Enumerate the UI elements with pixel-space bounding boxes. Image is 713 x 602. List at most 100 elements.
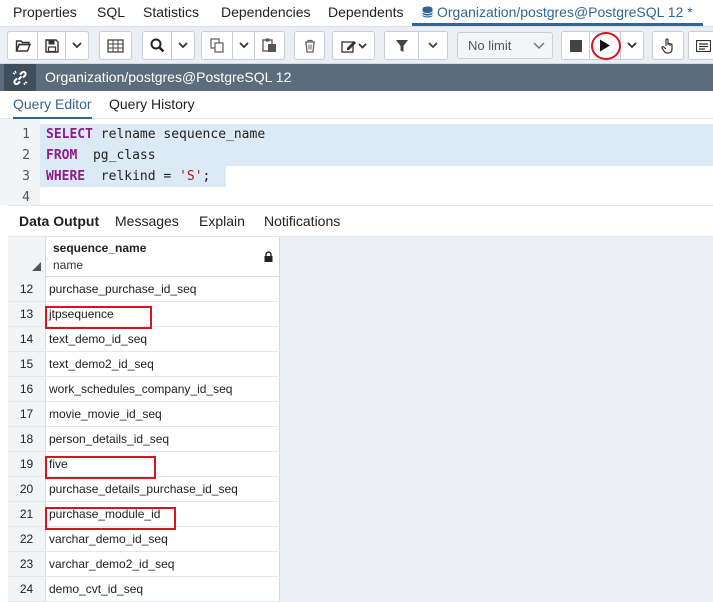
table-row[interactable]: 20 purchase_details_purchase_id_seq [8, 477, 280, 502]
code-text: ; [202, 169, 211, 184]
table-row[interactable]: 16 work_schedules_company_id_seq [8, 377, 280, 402]
sequence-name-cell[interactable]: text_demo_id_seq [46, 327, 280, 351]
sequence-name-cell[interactable]: purchase_details_purchase_id_seq [46, 477, 280, 501]
sequence-name-cell[interactable]: five [46, 452, 280, 476]
toggle-grid-button[interactable] [100, 32, 131, 59]
table-row[interactable]: 14 text_demo_id_seq [8, 327, 280, 352]
sql-keyword: WHERE [46, 169, 86, 184]
table-row[interactable]: 18 person_details_id_seq [8, 427, 280, 452]
hand-icon [661, 37, 673, 54]
tab-dependencies[interactable]: Dependencies [221, 0, 311, 26]
manual-commit-button[interactable] [653, 32, 683, 59]
list-icon [695, 39, 711, 52]
row-number[interactable]: 22 [8, 527, 46, 551]
sql-keyword: SELECT [46, 127, 93, 142]
sequence-name-cell[interactable]: demo_cvt_id_seq [46, 577, 280, 601]
tab-data-output[interactable]: Data Output [19, 206, 99, 237]
connection-title: Organization/postgres@PostgreSQL 12 [45, 69, 292, 85]
filter-dropdown-button[interactable] [419, 32, 447, 59]
sequence-name-cell[interactable]: varchar_demo_id_seq [46, 527, 280, 551]
result-tab-bar: Data Output Messages Explain Notificatio… [8, 205, 713, 237]
open-file-button[interactable] [8, 32, 38, 59]
connection-status-icon[interactable] [4, 64, 36, 91]
row-number[interactable]: 24 [8, 577, 46, 601]
grid-button-group [99, 31, 132, 60]
tab-query-tool-label: Organization/postgres@PostgreSQL 12 * [437, 4, 693, 20]
link-icon [12, 70, 28, 85]
chevron-down-icon [72, 42, 82, 49]
row-number[interactable]: 17 [8, 402, 46, 426]
table-row[interactable]: 12 purchase_purchase_id_seq [8, 277, 280, 302]
tab-sql[interactable]: SQL [97, 0, 125, 26]
delete-button[interactable] [295, 32, 324, 59]
execute-dropdown-button[interactable] [621, 32, 643, 59]
row-number[interactable]: 15 [8, 352, 46, 376]
tab-statistics[interactable]: Statistics [143, 0, 199, 26]
row-number[interactable]: 13 [8, 302, 46, 326]
sequence-name-cell[interactable]: text_demo2_id_seq [46, 352, 280, 376]
row-number[interactable]: 19 [8, 452, 46, 476]
execute-button[interactable] [590, 32, 621, 59]
tab-dependents[interactable]: Dependents [328, 0, 404, 26]
sql-editor[interactable]: 1 2 3 4 SELECT relname sequence_name FRO… [0, 119, 713, 205]
query-toolbar: No limit [0, 27, 713, 64]
open-file-icon [14, 39, 31, 52]
sequence-name-cell[interactable]: person_details_id_seq [46, 427, 280, 451]
query-tool-title-bar: Organization/postgres@PostgreSQL 12 [0, 64, 713, 91]
filter-button[interactable] [385, 32, 419, 59]
editor-tab-bar: Query Editor Query History [0, 91, 713, 119]
column-name: sequence_name [53, 241, 147, 255]
copy-icon [210, 38, 224, 53]
tab-messages[interactable]: Messages [115, 206, 179, 237]
copy-button[interactable] [202, 32, 233, 59]
table-row[interactable]: 24 demo_cvt_id_seq [8, 577, 280, 602]
filter-icon [395, 39, 408, 52]
row-limit-select[interactable]: No limit [457, 32, 553, 59]
edit-button[interactable] [333, 32, 374, 59]
tab-notifications[interactable]: Notifications [264, 206, 340, 237]
copy-dropdown-button[interactable] [233, 32, 255, 59]
tab-explain[interactable]: Explain [199, 206, 245, 237]
line-number: 2 [22, 148, 30, 163]
grid-rows: 12 purchase_purchase_id_seq 13 jtpsequence 1… [8, 277, 280, 602]
stop-button[interactable] [562, 32, 590, 59]
row-number[interactable]: 16 [8, 377, 46, 401]
find-dropdown-button[interactable] [172, 32, 194, 59]
table-row[interactable]: 17 movie_movie_id_seq [8, 402, 280, 427]
chevron-down-icon [178, 42, 188, 49]
tab-query-history[interactable]: Query History [109, 91, 195, 119]
tab-query-editor[interactable]: Query Editor [13, 91, 92, 119]
sequence-name-cell[interactable]: purchase_purchase_id_seq [46, 277, 280, 301]
sequence-name-cell[interactable]: purchase_module_id [46, 502, 280, 526]
code-line: SELECT relname sequence_name [46, 124, 265, 145]
sql-keyword: FROM [46, 148, 78, 163]
row-number[interactable]: 20 [8, 477, 46, 501]
row-number[interactable]: 18 [8, 427, 46, 451]
table-row[interactable]: 19 five [8, 452, 280, 477]
column-header-sequence-name[interactable]: sequence_name name [46, 237, 280, 277]
chevron-down-icon [238, 42, 249, 49]
row-number[interactable]: 14 [8, 327, 46, 351]
row-number[interactable]: 12 [8, 277, 46, 301]
select-all-cell[interactable] [8, 237, 46, 277]
database-icon [422, 6, 433, 18]
save-button[interactable] [38, 32, 66, 59]
sequence-name-cell[interactable]: work_schedules_company_id_seq [46, 377, 280, 401]
sequence-name-cell[interactable]: jtpsequence [46, 302, 280, 326]
row-number[interactable]: 23 [8, 552, 46, 576]
tab-properties[interactable]: Properties [13, 0, 77, 26]
sequence-name-cell[interactable]: varchar_demo2_id_seq [46, 552, 280, 576]
clipboard-button-group [201, 31, 285, 60]
table-row[interactable]: 23 varchar_demo2_id_seq [8, 552, 280, 577]
table-row[interactable]: 21 purchase_module_id [8, 502, 280, 527]
row-number[interactable]: 21 [8, 502, 46, 526]
table-row[interactable]: 13 jtpsequence [8, 302, 280, 327]
sequence-name-cell[interactable]: movie_movie_id_seq [46, 402, 280, 426]
table-row[interactable]: 22 varchar_demo_id_seq [8, 527, 280, 552]
table-row[interactable]: 15 text_demo2_id_seq [8, 352, 280, 377]
find-button[interactable] [143, 32, 172, 59]
tab-query-tool[interactable]: Organization/postgres@PostgreSQL 12 * [412, 0, 703, 26]
paste-button[interactable] [255, 32, 284, 59]
save-dropdown-button[interactable] [66, 32, 88, 59]
macros-button[interactable] [689, 32, 713, 59]
